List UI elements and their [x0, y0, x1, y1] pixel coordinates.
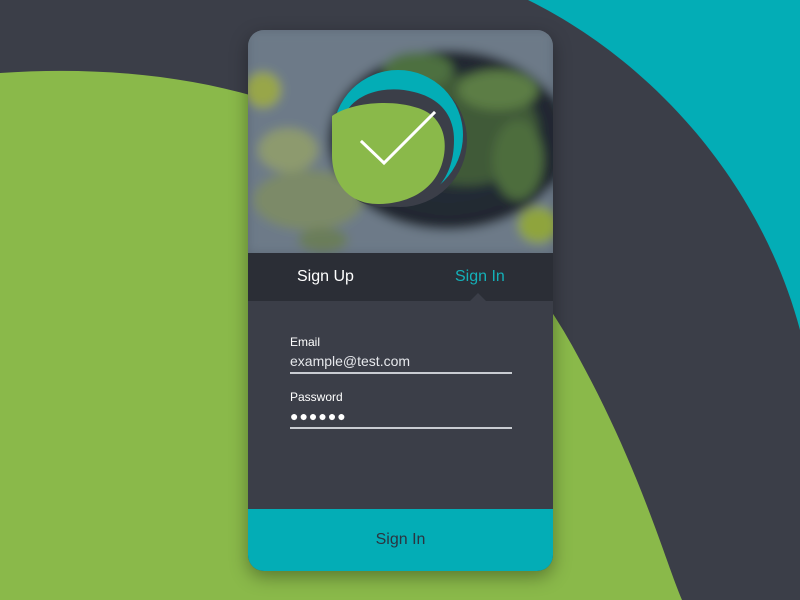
- tab-sign-up[interactable]: Sign Up: [297, 253, 354, 301]
- hero-image: [248, 30, 553, 253]
- sign-in-button[interactable]: Sign In: [248, 509, 553, 571]
- sign-in-card: Sign Up Sign In Email Password Sign In: [248, 30, 553, 571]
- email-field[interactable]: [290, 351, 512, 374]
- email-label: Email: [290, 335, 321, 349]
- password-field-group: Password: [290, 390, 512, 429]
- active-tab-pointer: [469, 293, 487, 302]
- auth-tabs: Sign Up Sign In: [248, 253, 553, 301]
- password-label: Password: [290, 390, 343, 404]
- email-field-group: Email: [290, 335, 512, 374]
- password-field[interactable]: [290, 406, 512, 429]
